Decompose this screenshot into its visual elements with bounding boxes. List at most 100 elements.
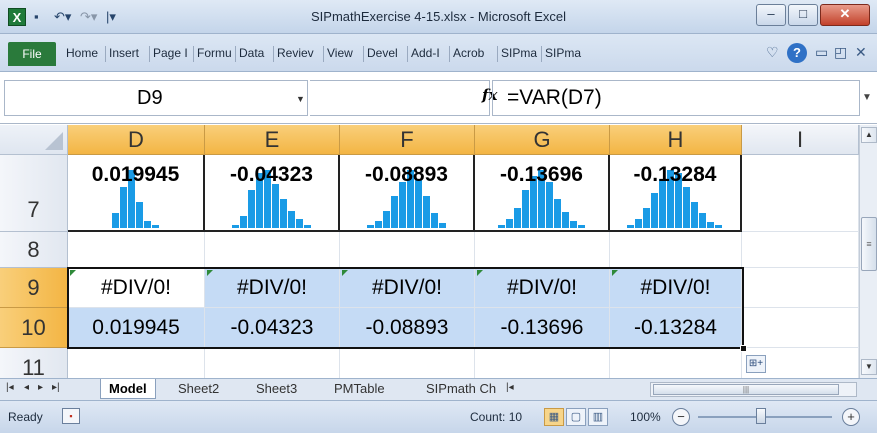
cell-h8[interactable]	[610, 232, 742, 268]
sheet-tab-sipmath-chart[interactable]: SIPmath Ch	[418, 379, 504, 399]
tab-view[interactable]: View	[327, 46, 361, 60]
cell-e8[interactable]	[205, 232, 340, 268]
scroll-down-icon[interactable]: ▼	[861, 359, 877, 375]
sparkline-bar	[707, 222, 714, 228]
formula-bar: D9 ▼ fx =VAR(D7) ▼	[0, 72, 877, 124]
cell-g7[interactable]: -0.13696	[475, 155, 610, 232]
tab-sipmath-2[interactable]: SIPma	[545, 46, 583, 60]
cell-e7[interactable]: -0.04323	[205, 155, 340, 232]
file-tab[interactable]: File	[8, 42, 56, 66]
last-sheet-icon[interactable]: ▸|	[52, 382, 60, 393]
cell-e9[interactable]: #DIV/0!	[205, 268, 340, 308]
tab-split-icon[interactable]: |◂	[506, 382, 514, 393]
cell-e11[interactable]	[205, 348, 340, 378]
prev-sheet-icon[interactable]: ◂	[24, 382, 29, 393]
quick-analysis-icon[interactable]: ⊞+	[746, 355, 766, 373]
cell-g11[interactable]	[475, 348, 610, 378]
tab-formulas[interactable]: Formu	[197, 46, 233, 60]
vertical-scrollbar[interactable]: ▲ ≡ ▼	[859, 125, 877, 378]
scroll-thumb[interactable]: ≡	[861, 217, 877, 271]
workbook-minimize-icon[interactable]: ▭	[815, 44, 828, 61]
cell-f7[interactable]: -0.08893	[340, 155, 475, 232]
cell-g7-value: -0.13696	[500, 163, 583, 186]
chevron-down-icon[interactable]: ▼	[296, 94, 305, 104]
tab-add-ins[interactable]: Add-I	[411, 46, 447, 60]
cell-i8[interactable]	[742, 232, 859, 268]
cell-e10[interactable]: -0.04323	[205, 308, 340, 348]
horizontal-scrollbar[interactable]: |||	[650, 382, 857, 397]
tab-insert[interactable]: Insert	[109, 46, 147, 60]
column-header-h[interactable]: H	[610, 125, 742, 155]
normal-view-icon[interactable]: ▦	[544, 408, 564, 426]
cell-f9[interactable]: #DIV/0!	[340, 268, 475, 308]
tab-developer[interactable]: Devel	[367, 46, 405, 60]
page-break-view-icon[interactable]: ▥	[588, 408, 608, 426]
scroll-up-icon[interactable]: ▲	[861, 127, 877, 143]
row-header-7[interactable]: 7	[0, 155, 68, 232]
help-icon[interactable]: ?	[787, 43, 807, 63]
cell-g9[interactable]: #DIV/0!	[475, 268, 610, 308]
minimize-button[interactable]: –	[756, 4, 786, 26]
cell-i9[interactable]	[742, 268, 859, 308]
macro-record-icon[interactable]: ▪	[62, 408, 80, 424]
zoom-in-icon[interactable]: +	[842, 408, 860, 426]
column-header-d[interactable]: D	[68, 125, 205, 155]
tab-data[interactable]: Data	[239, 46, 271, 60]
fill-handle[interactable]	[740, 345, 747, 352]
column-header-g[interactable]: G	[475, 125, 610, 155]
cell-i10[interactable]	[742, 308, 859, 348]
cell-f11[interactable]	[340, 348, 475, 378]
name-box[interactable]: D9	[4, 80, 308, 116]
tab-acrobat[interactable]: Acrob	[453, 46, 495, 60]
cell-d8[interactable]	[68, 232, 205, 268]
cell-h9[interactable]: #DIV/0!	[610, 268, 742, 308]
tab-home[interactable]: Home	[66, 46, 103, 60]
row-header-10[interactable]: 10	[0, 308, 68, 348]
column-header-f[interactable]: F	[340, 125, 475, 155]
tab-sipmath-1[interactable]: SIPma	[501, 46, 539, 60]
cell-e7-value: -0.04323	[230, 163, 313, 186]
cell-h10[interactable]: -0.13284	[610, 308, 742, 348]
row-header-8[interactable]: 8	[0, 232, 68, 268]
sparkline-bar	[143, 221, 151, 228]
zoom-slider-thumb[interactable]	[756, 408, 766, 424]
tab-page-layout[interactable]: Page I	[153, 46, 191, 60]
cell-i7[interactable]	[742, 155, 859, 232]
horizontal-scroll-thumb[interactable]: |||	[653, 384, 839, 395]
first-sheet-icon[interactable]: |◂	[6, 382, 14, 393]
formula-input[interactable]: =VAR(D7)	[492, 80, 860, 116]
select-all-corner[interactable]	[0, 125, 68, 155]
sheet-tab-pmtable[interactable]: PMTable	[326, 379, 393, 399]
workbook-restore-icon[interactable]: ◰	[834, 44, 847, 61]
cell-h7[interactable]: -0.13284	[610, 155, 742, 232]
tab-separator	[541, 46, 542, 62]
title-bar: X ▪ ↶▾ ↷▾ |▾ SIPmathExercise 4-15.xlsx -…	[0, 0, 877, 34]
cell-d10[interactable]: 0.019945	[68, 308, 205, 348]
column-header-e[interactable]: E	[205, 125, 340, 155]
column-header-i[interactable]: I	[742, 125, 859, 155]
formula-bar-buttons	[310, 80, 490, 116]
zoom-out-icon[interactable]: −	[672, 408, 690, 426]
cell-g8[interactable]	[475, 232, 610, 268]
page-layout-view-icon[interactable]: ▢	[566, 408, 586, 426]
zoom-level[interactable]: 100%	[630, 410, 661, 424]
close-button[interactable]: ✕	[820, 4, 870, 26]
row-header-9[interactable]: 9	[0, 268, 68, 308]
next-sheet-icon[interactable]: ▸	[38, 382, 43, 393]
cell-g10[interactable]: -0.13696	[475, 308, 610, 348]
cell-d7[interactable]: 0.019945	[68, 155, 205, 232]
minimize-ribbon-icon[interactable]: ♡	[766, 44, 779, 61]
sheet-tab-sheet3[interactable]: Sheet3	[248, 379, 305, 399]
cell-h11[interactable]	[610, 348, 742, 378]
sheet-tab-model[interactable]: Model	[100, 379, 156, 399]
expand-formula-bar-icon[interactable]: ▼	[862, 92, 872, 103]
tab-review[interactable]: Reviev	[277, 46, 321, 60]
cell-d9[interactable]: #DIV/0!	[68, 268, 205, 308]
workbook-close-icon[interactable]: ✕	[855, 44, 867, 61]
cell-d11[interactable]	[68, 348, 205, 378]
cell-f10[interactable]: -0.08893	[340, 308, 475, 348]
row-header-11[interactable]: 11	[0, 348, 68, 378]
sheet-tab-sheet2[interactable]: Sheet2	[170, 379, 227, 399]
cell-f8[interactable]	[340, 232, 475, 268]
maximize-button[interactable]: □	[788, 4, 818, 26]
